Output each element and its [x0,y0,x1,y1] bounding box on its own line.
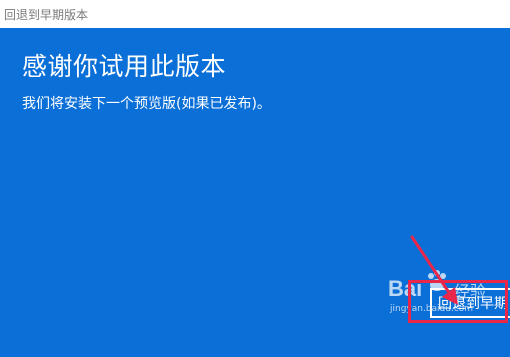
page-heading: 感谢你试用此版本 [22,52,227,81]
page-description: 我们将安装下一个预览版(如果已发布)。 [22,96,271,112]
window-title: 回退到早期版本 [4,8,89,22]
rollback-button[interactable]: 回退到早期 [430,288,510,318]
rollback-window: 回退到早期版本 感谢你试用此版本 我们将安装下一个预览版(如果已发布)。 回退到… [0,0,510,357]
title-bar: 回退到早期版本 [0,0,510,28]
